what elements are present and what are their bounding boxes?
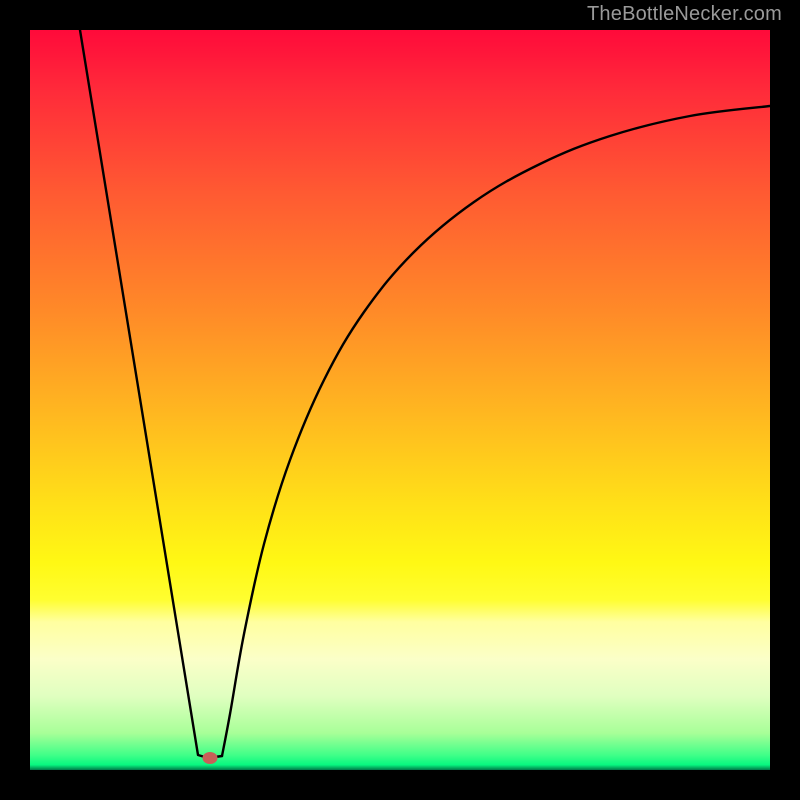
curve-right-segment — [222, 106, 770, 756]
min-marker-dot — [202, 752, 217, 764]
curve-svg — [30, 30, 770, 770]
curve-left-segment — [80, 30, 222, 758]
watermark-text: TheBottleNecker.com — [587, 3, 782, 26]
plot-area — [30, 30, 770, 770]
chart-frame: TheBottleNecker.com — [0, 0, 800, 800]
